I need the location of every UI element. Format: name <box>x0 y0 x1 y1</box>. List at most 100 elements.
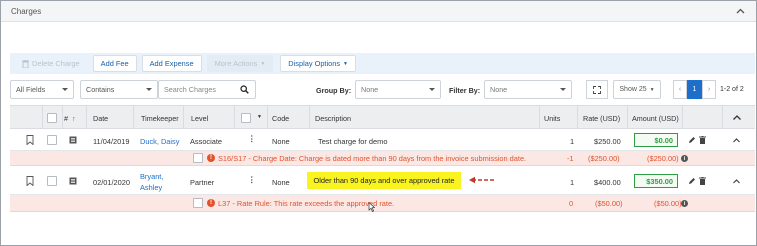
row-timekeeper-link-line1[interactable]: Bryant, <box>140 172 163 181</box>
warning-amount: ($250.00) <box>647 154 679 163</box>
filter-by-label: Filter By: <box>449 86 481 95</box>
display-options-button[interactable]: Display Options ▼ <box>280 55 356 72</box>
group-by-select[interactable]: None <box>355 80 441 99</box>
chevron-up-icon[interactable] <box>732 113 742 123</box>
field-select[interactable]: All Fields <box>10 80 74 99</box>
column-number[interactable]: # <box>64 114 68 123</box>
trash-icon[interactable] <box>699 136 706 144</box>
column-rate[interactable]: Rate (USD) <box>583 114 620 123</box>
trash-icon <box>22 59 29 68</box>
column-code[interactable]: Code <box>272 114 289 123</box>
chevron-up-icon[interactable] <box>732 136 741 145</box>
search-icon[interactable] <box>240 85 249 94</box>
search-input[interactable]: Search Charges <box>158 80 256 99</box>
page-next-button[interactable]: › <box>702 80 716 99</box>
row-date: 11/04/2019 <box>93 137 130 146</box>
info-icon[interactable]: i <box>681 200 688 207</box>
chevron-down-icon <box>62 88 68 91</box>
more-actions-button[interactable]: More Actions ▼ <box>206 55 274 72</box>
column-level[interactable]: Level <box>191 114 208 123</box>
chevron-down-icon <box>146 88 152 91</box>
warning-text: S16/S17 - Charge Date: Charge is dated m… <box>218 154 527 163</box>
page-range: 1-2 of 2 <box>720 86 744 93</box>
cursor-icon <box>368 202 375 212</box>
chevron-down-icon: ▼ <box>649 86 655 93</box>
row-amount-field[interactable]: $0.00 <box>634 133 678 147</box>
action-toolbar: Delete Charge Add Fee Add Expense More A… <box>10 53 755 74</box>
row-menu-button[interactable]: ⋮ <box>248 175 255 184</box>
filter-by-value: None <box>490 85 508 94</box>
table-row[interactable]: 02/01/2020 Bryant, Ashley Partner ⋮ None… <box>10 166 755 195</box>
select-all-checkbox[interactable] <box>47 113 57 123</box>
chevron-up-icon[interactable] <box>735 6 746 17</box>
notes-icon[interactable] <box>69 177 77 185</box>
row-rate: $250.00 <box>594 137 621 146</box>
row-amount-field[interactable]: $350.00 <box>634 174 678 188</box>
row-description-highlight: Older than 90 days and over approved rat… <box>307 172 461 189</box>
column-select-checkbox[interactable] <box>241 113 251 123</box>
warning-checkbox[interactable] <box>193 153 203 163</box>
bookmark-icon[interactable] <box>26 176 34 186</box>
search-placeholder: Search Charges <box>164 85 216 94</box>
row-rate: $400.00 <box>594 178 621 187</box>
row-level: Associate <box>190 137 223 146</box>
notes-icon[interactable] <box>69 136 77 144</box>
page-prev-button[interactable]: ‹ <box>673 80 687 99</box>
row-menu-button[interactable]: ⋮ <box>248 134 255 143</box>
row-timekeeper-link-line2[interactable]: Ashley <box>140 183 162 192</box>
group-by-value: None <box>361 85 379 94</box>
warning-rate: ($50.00) <box>595 199 623 208</box>
row-units: 1 <box>570 137 575 146</box>
chevron-down-icon: ▼ <box>260 60 266 67</box>
sort-arrow-icon[interactable]: ↑ <box>72 114 76 123</box>
add-fee-button[interactable]: Add Fee <box>92 55 137 72</box>
group-by-label: Group By: <box>316 86 352 95</box>
delete-charge-label: Delete Charge <box>32 59 80 68</box>
row-units: 1 <box>570 178 575 187</box>
row-warning: ! L37 - Rate Rule: This rate exceeds the… <box>10 195 755 212</box>
chevron-up-icon[interactable] <box>732 177 741 186</box>
row-level: Partner <box>190 178 215 187</box>
warning-units: 0 <box>569 199 574 208</box>
delete-charge-button[interactable]: Delete Charge <box>14 55 88 72</box>
row-warning: ! S16/S17 - Charge Date: Charge is dated… <box>10 151 755 166</box>
warning-icon: ! <box>207 199 215 207</box>
bookmark-icon[interactable] <box>26 135 34 145</box>
expand-icon <box>593 85 601 94</box>
page-size-value: Show 25 <box>619 86 647 93</box>
charges-panel: Charges Delete Charge Add Fee Add Expens… <box>0 0 757 246</box>
info-icon[interactable]: i <box>681 155 688 162</box>
display-options-label: Display Options <box>288 59 341 68</box>
warning-units: -1 <box>567 154 574 163</box>
column-description[interactable]: Description <box>315 114 351 123</box>
column-units[interactable]: Units <box>544 114 560 123</box>
pencil-icon[interactable] <box>688 136 696 144</box>
pencil-icon[interactable] <box>688 177 696 185</box>
chevron-down-icon[interactable]: ▼ <box>257 114 262 120</box>
arrow-left-icon <box>469 176 494 184</box>
column-timekeeper[interactable]: Timekeeper <box>141 114 179 123</box>
row-date: 02/01/2020 <box>93 178 130 187</box>
row-checkbox[interactable] <box>47 176 57 186</box>
operator-select-value: Contains <box>86 85 115 94</box>
expand-button[interactable] <box>586 80 608 99</box>
row-code: None <box>272 178 290 187</box>
row-checkbox[interactable] <box>47 135 57 145</box>
warning-icon: ! <box>207 154 215 162</box>
chevron-down-icon <box>560 88 566 91</box>
table-row[interactable]: 11/04/2019 Duck, Daisy Associate ⋮ None … <box>10 129 755 151</box>
row-description: Test charge for demo <box>318 137 388 146</box>
trash-icon[interactable] <box>699 177 706 185</box>
page-size-select[interactable]: Show 25 ▼ <box>613 80 661 99</box>
column-amount[interactable]: Amount (USD) <box>632 114 679 123</box>
table-header: # ↑ Date Timekeeper Level ▼ Code Descrip… <box>10 105 755 129</box>
page-1-button[interactable]: 1 <box>687 80 702 99</box>
more-actions-label: More Actions <box>214 59 258 68</box>
column-date[interactable]: Date <box>93 114 108 123</box>
row-timekeeper-link[interactable]: Duck, Daisy <box>140 137 179 146</box>
warning-checkbox[interactable] <box>193 198 203 208</box>
filter-by-select[interactable]: None <box>484 80 572 99</box>
operator-select[interactable]: Contains <box>80 80 158 99</box>
add-expense-button[interactable]: Add Expense <box>141 55 202 72</box>
warning-amount: ($50.00) <box>654 199 682 208</box>
